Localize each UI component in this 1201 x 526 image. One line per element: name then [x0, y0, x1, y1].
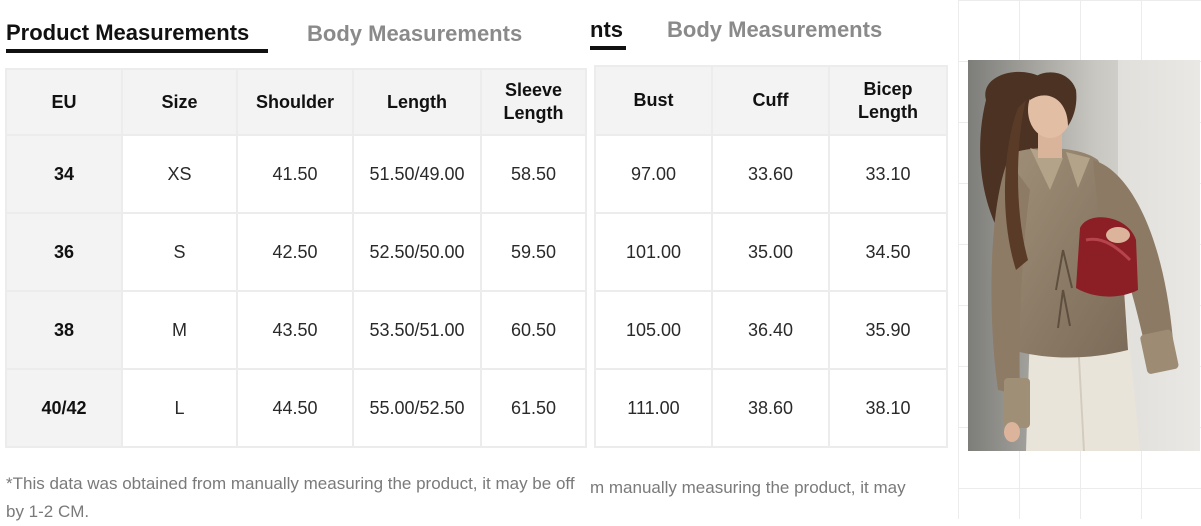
tab-product-measurements[interactable]: Product Measurements: [6, 20, 249, 46]
cell-size: M: [121, 290, 238, 370]
cell-shoulder: 44.50: [236, 368, 354, 448]
cell-eu: 36: [5, 212, 123, 292]
cell-bust: 101.00: [594, 212, 713, 292]
tab-product-measurements-cropped[interactable]: nts: [590, 17, 623, 43]
cell-shoulder: 42.50: [236, 212, 354, 292]
product-photo: [968, 60, 1200, 451]
table-row: 97.00 33.60 33.10: [594, 134, 948, 214]
table-row: 101.00 35.00 34.50: [594, 212, 948, 292]
cell-sleeve-length: 58.50: [480, 134, 587, 214]
header-cuff: Cuff: [711, 65, 830, 136]
cell-bicep-length: 38.10: [828, 368, 948, 448]
cell-cuff: 35.00: [711, 212, 830, 292]
cell-sleeve-length: 59.50: [480, 212, 587, 292]
tab-active-underline: [6, 49, 268, 53]
cell-bust: 111.00: [594, 368, 713, 448]
measurement-disclaimer-cropped: m manually measuring the product, it may: [590, 478, 906, 497]
cell-bicep-length: 34.50: [828, 212, 948, 292]
table-row: 105.00 36.40 35.90: [594, 290, 948, 370]
table-row: 111.00 38.60 38.10: [594, 368, 948, 448]
table-row: 36 S 42.50 52.50/50.00 59.50: [5, 212, 587, 292]
cell-bicep-length: 35.90: [828, 290, 948, 370]
cell-size: S: [121, 212, 238, 292]
cell-bicep-length: 33.10: [828, 134, 948, 214]
cell-length: 53.50/51.00: [352, 290, 482, 370]
header-eu: EU: [5, 68, 123, 136]
cell-length: 55.00/52.50: [352, 368, 482, 448]
product-measurements-table: EU Size Shoulder Length Sleeve Length 34 …: [5, 68, 587, 448]
tab-body-measurements-cropped[interactable]: Body Measurements: [667, 17, 882, 43]
cell-size: L: [121, 368, 238, 448]
cell-eu: 38: [5, 290, 123, 370]
header-length: Length: [352, 68, 482, 136]
cell-cuff: 33.60: [711, 134, 830, 214]
cell-cuff: 36.40: [711, 290, 830, 370]
cell-bust: 105.00: [594, 290, 713, 370]
cell-sleeve-length: 61.50: [480, 368, 587, 448]
table-header-row: Bust Cuff Bicep Length: [594, 65, 948, 136]
table-header-row: EU Size Shoulder Length Sleeve Length: [5, 68, 587, 136]
cell-eu: 40/42: [5, 368, 123, 448]
cell-shoulder: 43.50: [236, 290, 354, 370]
header-sleeve-length: Sleeve Length: [480, 68, 587, 136]
table-row: 34 XS 41.50 51.50/49.00 58.50: [5, 134, 587, 214]
tab-body-measurements[interactable]: Body Measurements: [307, 21, 522, 47]
table-row: 38 M 43.50 53.50/51.00 60.50: [5, 290, 587, 370]
measurement-disclaimer: *This data was obtained from manually me…: [6, 474, 575, 521]
tab-active-underline-cropped: [590, 46, 626, 50]
cell-sleeve-length: 60.50: [480, 290, 587, 370]
cell-size: XS: [121, 134, 238, 214]
header-bicep-length: Bicep Length: [828, 65, 948, 136]
cell-length: 52.50/50.00: [352, 212, 482, 292]
cell-bust: 97.00: [594, 134, 713, 214]
header-size: Size: [121, 68, 238, 136]
header-shoulder: Shoulder: [236, 68, 354, 136]
cell-shoulder: 41.50: [236, 134, 354, 214]
header-bust: Bust: [594, 65, 713, 136]
cell-eu: 34: [5, 134, 123, 214]
cell-length: 51.50/49.00: [352, 134, 482, 214]
table-row: 40/42 L 44.50 55.00/52.50 61.50: [5, 368, 587, 448]
body-measurements-table: Bust Cuff Bicep Length 97.00 33.60 33.10 …: [594, 65, 948, 448]
cell-cuff: 38.60: [711, 368, 830, 448]
